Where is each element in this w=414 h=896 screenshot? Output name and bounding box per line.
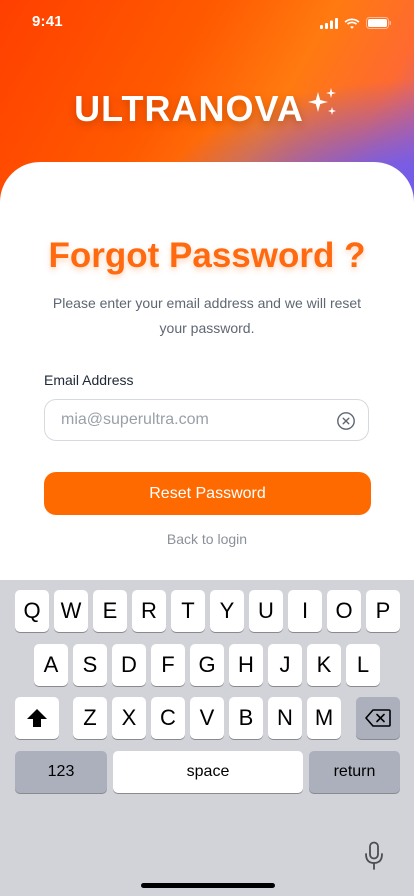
key-v[interactable]: V <box>190 697 224 739</box>
status-bar: 9:41 <box>0 0 414 44</box>
key-a[interactable]: A <box>34 644 68 686</box>
key-w[interactable]: W <box>54 590 88 632</box>
clear-icon[interactable] <box>336 411 356 431</box>
key-c[interactable]: C <box>151 697 185 739</box>
shift-key[interactable] <box>15 697 59 739</box>
email-field[interactable] <box>59 410 323 430</box>
key-k[interactable]: K <box>307 644 341 686</box>
battery-icon <box>366 17 391 29</box>
key-d[interactable]: D <box>112 644 146 686</box>
key-r[interactable]: R <box>132 590 166 632</box>
back-to-login-link[interactable]: Back to login <box>0 531 414 547</box>
key-z[interactable]: Z <box>73 697 107 739</box>
key-t[interactable]: T <box>171 590 205 632</box>
key-u[interactable]: U <box>249 590 283 632</box>
home-indicator <box>141 883 275 888</box>
microphone-icon[interactable] <box>363 841 385 871</box>
keyboard: Q W E R T Y U I O P A S D F G H J K L Z … <box>0 580 414 896</box>
page-subtitle: Please enter your email address and we w… <box>52 295 362 336</box>
brand-logo: ULTRANOVA <box>0 88 414 130</box>
wifi-icon <box>344 18 360 29</box>
key-h[interactable]: H <box>229 644 263 686</box>
key-o[interactable]: O <box>327 590 361 632</box>
key-x[interactable]: X <box>112 697 146 739</box>
key-i[interactable]: I <box>288 590 322 632</box>
status-icons <box>320 17 392 29</box>
key-q[interactable]: Q <box>15 590 49 632</box>
key-m[interactable]: M <box>307 697 341 739</box>
key-p[interactable]: P <box>366 590 400 632</box>
numbers-key[interactable]: 123 <box>15 751 107 793</box>
key-j[interactable]: J <box>268 644 302 686</box>
sparkle-icon <box>307 88 336 115</box>
email-label: Email Address <box>44 372 134 388</box>
page-title: Forgot Password ? <box>48 236 366 275</box>
key-s[interactable]: S <box>73 644 107 686</box>
key-b[interactable]: B <box>229 697 263 739</box>
status-time: 9:41 <box>32 13 63 30</box>
key-f[interactable]: F <box>151 644 185 686</box>
backspace-icon <box>365 709 391 727</box>
space-key[interactable]: space <box>113 751 303 793</box>
reset-password-button[interactable]: Reset Password <box>44 472 371 515</box>
form-card <box>0 162 414 632</box>
key-l[interactable]: L <box>346 644 380 686</box>
key-n[interactable]: N <box>268 697 302 739</box>
shift-icon <box>27 709 47 727</box>
email-field-container <box>44 399 369 441</box>
key-e[interactable]: E <box>93 590 127 632</box>
key-g[interactable]: G <box>190 644 224 686</box>
key-y[interactable]: Y <box>210 590 244 632</box>
signal-icon <box>320 17 338 29</box>
delete-key[interactable] <box>356 697 400 739</box>
return-key[interactable]: return <box>309 751 400 793</box>
logo-text: ULTRANOVA <box>74 88 304 129</box>
